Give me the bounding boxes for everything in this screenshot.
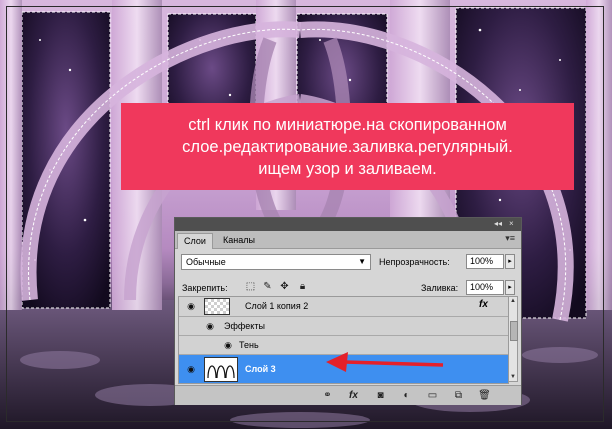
blend-mode-select[interactable]: Обычные ▼ [181,254,371,270]
layers-scrollbar[interactable]: ▲ ▼ [508,296,518,382]
lock-transparency-icon[interactable]: ⬚ [245,281,256,292]
layer-thumbnail[interactable] [204,357,238,382]
eye-icon[interactable]: ◉ [182,301,200,312]
close-icon[interactable]: × [509,219,514,229]
effects-label: Эффекты [224,321,265,331]
layer-name[interactable]: Слой 1 копия 2 [245,301,308,311]
fill-input[interactable]: 100% [466,280,504,295]
layer-thumbnail[interactable] [204,298,230,315]
opacity-input[interactable]: 100% [466,254,504,269]
eye-icon[interactable]: ◉ [201,321,219,332]
effect-name: Тень [239,340,259,350]
fx-icon[interactable]: fx [479,299,488,310]
instruction-callout: ctrl клик по миниатюре.на скопированном … [121,103,574,190]
tab-layers[interactable]: Слои [177,233,213,249]
opacity-label: Непрозрачность: [379,257,450,267]
callout-line-3: ищем узор и заливаем. [258,160,437,178]
link-icon[interactable]: ⚭ [321,389,334,402]
lock-label: Закрепить: [182,283,228,293]
scroll-up-icon[interactable]: ▲ [509,298,517,304]
trash-icon[interactable]: 🗑︎ [478,389,491,402]
collapse-icon[interactable]: ◂◂ [494,219,502,229]
adjustment-icon[interactable]: ◐ [400,389,413,402]
layer-row-selected[interactable]: ◉ Слой 3 [179,355,508,383]
layer-row[interactable]: ◉ Слой 1 копия 2 fx [179,297,508,317]
panel-tabs: Слои Каналы ▾≡ [175,231,521,249]
layer-name[interactable]: Слой 3 [245,364,276,374]
layers-bottom-toolbar: ⚭ fx ◙ ◐ ▭ ⧉ 🗑︎ [175,385,521,405]
panel-titlebar[interactable]: ◂◂ × [175,218,521,231]
layer-effect-row[interactable]: ◉ Тень [179,336,508,355]
layer-effects-row[interactable]: ◉ Эффекты [179,317,508,336]
callout-line-2: слое.редактирование.заливка.регулярный. [182,138,513,156]
layers-list: ◉ Слой 1 копия 2 fx ◉ Эффекты ◉ Тень ◉ С… [178,296,509,384]
fill-stepper[interactable]: ▸ [505,280,515,295]
scroll-thumb[interactable] [510,321,518,341]
eye-icon[interactable]: ◉ [219,340,237,351]
blend-mode-value: Обычные [186,257,226,267]
fx-icon[interactable]: fx [347,389,360,402]
tab-channels[interactable]: Каналы [217,233,261,248]
mask-icon[interactable]: ◙ [374,389,387,402]
callout-line-1: ctrl клик по миниатюре.на скопированном [188,116,507,134]
lock-move-icon[interactable]: ✥ [279,281,290,292]
pattern-thumbnail [207,365,235,379]
new-layer-icon[interactable]: ⧉ [452,389,465,402]
lock-all-icon[interactable]: 🔒︎ [297,281,308,292]
opacity-stepper[interactable]: ▸ [505,254,515,269]
fill-label: Заливка: [421,283,459,293]
chevron-down-icon: ▼ [358,257,366,266]
eye-icon[interactable]: ◉ [182,364,200,375]
panel-menu-icon[interactable]: ▾≡ [505,233,515,244]
layers-panel: ◂◂ × Слои Каналы ▾≡ Обычные ▼ Непрозрачн… [174,217,522,405]
folder-icon[interactable]: ▭ [426,389,439,402]
lock-paint-icon[interactable]: ✎ [262,281,273,292]
scroll-down-icon[interactable]: ▼ [509,374,517,380]
